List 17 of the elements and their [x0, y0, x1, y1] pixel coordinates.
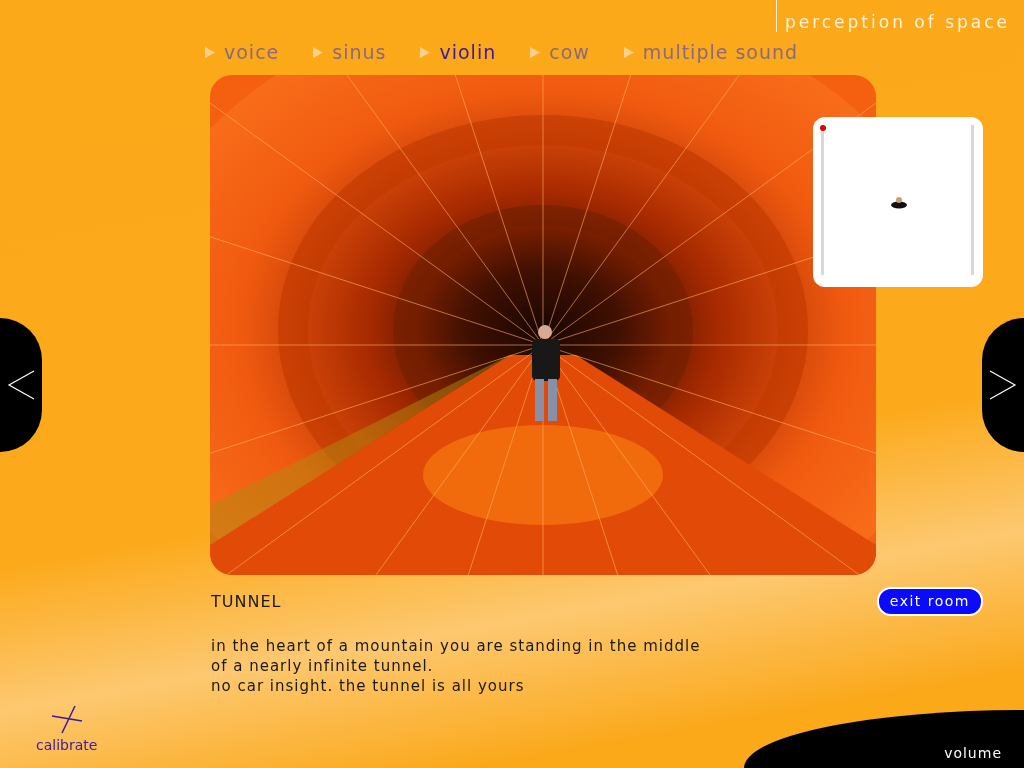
position-marker [820, 125, 826, 131]
triangle-icon [530, 47, 541, 58]
sound-tab[interactable]: violin [420, 38, 497, 67]
triangle-icon [205, 47, 215, 58]
triangle-icon [420, 47, 431, 58]
volume-label[interactable]: volume [944, 743, 1002, 764]
chevron-left-icon [6, 369, 36, 401]
listener-icon [891, 195, 907, 209]
app-title: perception of space [775, 0, 1024, 32]
triangle-icon [623, 47, 634, 58]
calibrate-button[interactable]: calibrate [36, 703, 98, 756]
room-title: TUNNEL [211, 590, 282, 613]
chevron-right-icon [988, 369, 1018, 401]
asterisk-icon [49, 703, 84, 735]
triangle-icon [313, 47, 324, 58]
room-description: in the heart of a mountain you are standing in the middle of a nearly infinite tunnel. no car insight. the tunnel is all yours [211, 636, 702, 696]
exit-room-button[interactable]: exit room [876, 587, 983, 616]
